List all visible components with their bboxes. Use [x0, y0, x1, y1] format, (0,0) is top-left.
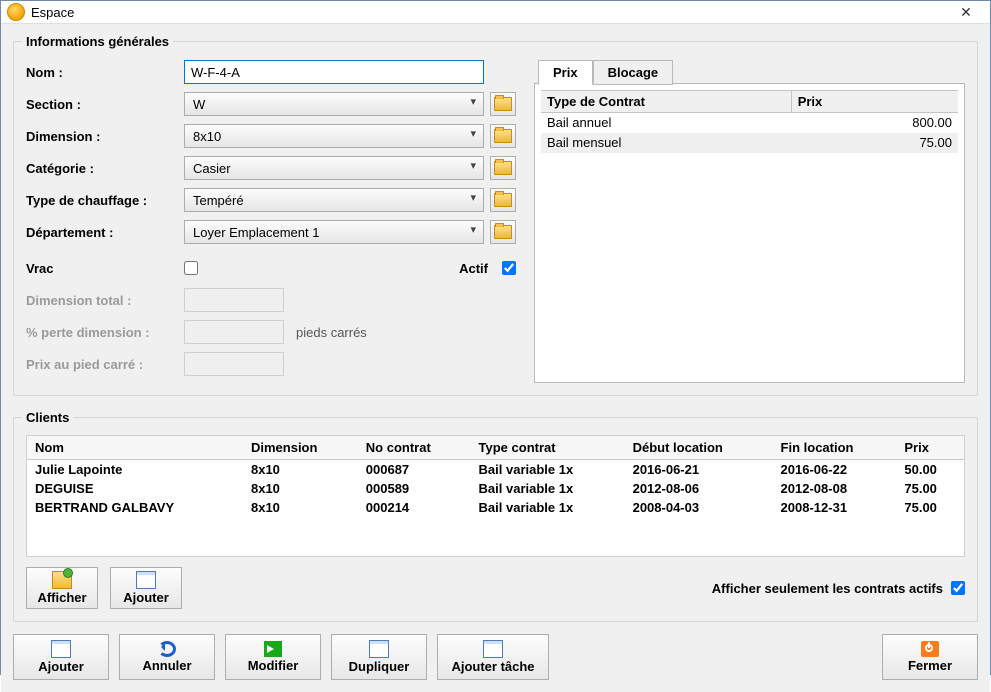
page-icon	[51, 640, 71, 658]
label-section: Section :	[26, 97, 184, 112]
folder-icon	[494, 129, 512, 143]
tab-blocage[interactable]: Blocage	[593, 60, 674, 85]
departement-browse-button[interactable]	[490, 220, 516, 244]
window-title: Espace	[31, 5, 74, 20]
folder-icon	[494, 193, 512, 207]
folder-icon	[494, 97, 512, 111]
page-icon	[369, 640, 389, 658]
nom-input[interactable]	[184, 60, 484, 84]
dupliquer-button[interactable]: Dupliquer	[331, 634, 427, 680]
prix-pied-field	[184, 352, 284, 376]
table-row[interactable]: Bail annuel 800.00	[541, 113, 958, 133]
close-icon[interactable]: ✕	[948, 1, 984, 23]
col-dimension: Dimension	[243, 436, 358, 460]
ajouter-button[interactable]: Ajouter	[13, 634, 109, 680]
prix-col-type: Type de Contrat	[541, 91, 791, 113]
arrow-right-icon	[264, 641, 282, 657]
tab-prix[interactable]: Prix	[538, 60, 593, 85]
col-debut: Début location	[625, 436, 773, 460]
label-dimension: Dimension :	[26, 129, 184, 144]
client-area: Informations générales Nom : Section : W…	[1, 24, 990, 692]
label-vrac: Vrac	[26, 261, 184, 276]
folder-icon	[494, 161, 512, 175]
tabs-area: Prix Blocage Type de Contrat Prix	[534, 59, 965, 383]
label-perte: % perte dimension :	[26, 325, 184, 340]
prix-col-prix: Prix	[791, 91, 958, 113]
vrac-checkbox[interactable]	[184, 261, 198, 275]
unit-label: pieds carrés	[296, 325, 367, 340]
power-icon	[921, 641, 939, 657]
page-icon	[136, 571, 156, 589]
undo-icon	[158, 641, 176, 657]
general-info-group: Informations générales Nom : Section : W…	[13, 34, 978, 396]
folder-open-icon	[52, 571, 72, 589]
col-nom: Nom	[27, 436, 243, 460]
section-select[interactable]: W	[184, 92, 484, 116]
chauffage-select[interactable]: Tempéré	[184, 188, 484, 212]
form-left: Nom : Section : W Dimension : 8x10	[26, 59, 516, 383]
label-actif: Actif	[459, 261, 488, 276]
col-type-contrat: Type contrat	[471, 436, 625, 460]
label-chauffage: Type de chauffage :	[26, 193, 184, 208]
dimension-select[interactable]: 8x10	[184, 124, 484, 148]
folder-icon	[494, 225, 512, 239]
chauffage-browse-button[interactable]	[490, 188, 516, 212]
col-fin: Fin location	[773, 436, 897, 460]
bottom-bar: Ajouter Annuler Modifier Dupliquer Ajout…	[13, 634, 978, 680]
afficher-button[interactable]: Afficher	[26, 567, 98, 609]
table-row[interactable]: BERTRAND GALBAVY 8x10 000214 Bail variab…	[27, 498, 964, 517]
table-row[interactable]: Julie Lapointe 8x10 000687 Bail variable…	[27, 460, 964, 480]
ajouter-client-button[interactable]: Ajouter	[110, 567, 182, 609]
page-icon	[483, 640, 503, 658]
fermer-button[interactable]: Fermer	[882, 634, 978, 680]
label-nom: Nom :	[26, 65, 184, 80]
section-browse-button[interactable]	[490, 92, 516, 116]
clients-title: Clients	[22, 410, 73, 425]
dim-total-field	[184, 288, 284, 312]
table-row[interactable]: DEGUISE 8x10 000589 Bail variable 1x 201…	[27, 479, 964, 498]
col-prix: Prix	[896, 436, 964, 460]
clients-table: Nom Dimension No contrat Type contrat Dé…	[27, 436, 964, 517]
clients-group: Clients Nom Dimension No contrat Type co…	[13, 410, 978, 622]
annuler-button[interactable]: Annuler	[119, 634, 215, 680]
departement-select[interactable]: Loyer Emplacement 1	[184, 220, 484, 244]
table-row[interactable]: Bail mensuel 75.00	[541, 133, 958, 153]
label-categorie: Catégorie :	[26, 161, 184, 176]
tab-body-prix: Type de Contrat Prix Bail annuel 800.00	[534, 83, 965, 383]
col-no-contrat: No contrat	[358, 436, 471, 460]
perte-field	[184, 320, 284, 344]
label-prix-pied: Prix au pied carré :	[26, 357, 184, 372]
app-icon	[7, 3, 25, 21]
only-active-checkbox[interactable]	[951, 581, 965, 595]
ajouter-tache-button[interactable]: Ajouter tâche	[437, 634, 549, 680]
modifier-button[interactable]: Modifier	[225, 634, 321, 680]
clients-table-container: Nom Dimension No contrat Type contrat Dé…	[26, 435, 965, 557]
categorie-browse-button[interactable]	[490, 156, 516, 180]
dimension-browse-button[interactable]	[490, 124, 516, 148]
only-active-label: Afficher seulement les contrats actifs	[712, 581, 943, 596]
prix-table: Type de Contrat Prix Bail annuel 800.00	[541, 90, 958, 153]
general-info-title: Informations générales	[22, 34, 173, 49]
label-departement: Département :	[26, 225, 184, 240]
window: Espace ✕ Informations générales Nom : Se…	[0, 0, 991, 675]
label-dim-total: Dimension total :	[26, 293, 184, 308]
categorie-select[interactable]: Casier	[184, 156, 484, 180]
titlebar: Espace ✕	[1, 1, 990, 24]
actif-checkbox[interactable]	[502, 261, 516, 275]
